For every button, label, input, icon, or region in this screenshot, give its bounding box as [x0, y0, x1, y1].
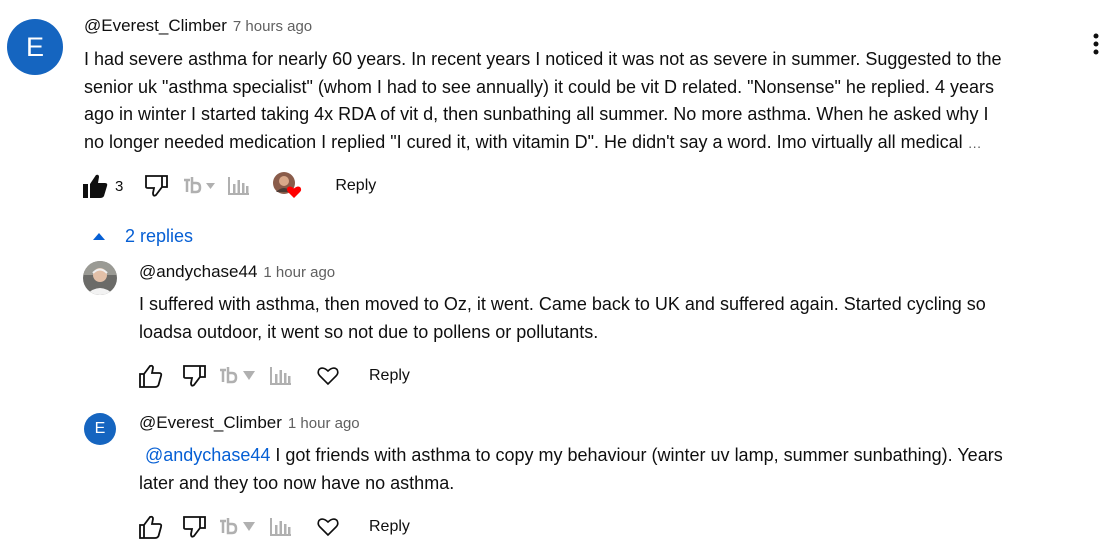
- reply-button[interactable]: Reply: [369, 518, 410, 536]
- tb-button[interactable]: [217, 516, 259, 538]
- comment-author[interactable]: @Everest_Climber: [84, 16, 227, 36]
- reply-line: @andychase44 I got friends with asthma t…: [139, 442, 1099, 470]
- creator-heart-button[interactable]: [273, 172, 303, 200]
- comment-line: I had severe asthma for nearly 60 years.…: [84, 49, 1002, 69]
- thumb-up-icon: [139, 515, 163, 539]
- read-more-ellipsis[interactable]: …: [968, 135, 982, 151]
- reply-button[interactable]: Reply: [369, 367, 410, 385]
- reply-line: I suffered with asthma, then moved to Oz…: [139, 294, 986, 314]
- stats-button[interactable]: [269, 365, 293, 387]
- stats-button[interactable]: [269, 516, 293, 538]
- avatar[interactable]: [83, 261, 117, 295]
- tb-icon: [220, 367, 255, 384]
- avatar[interactable]: E: [84, 413, 116, 445]
- tb-button[interactable]: [181, 175, 219, 197]
- reply-actions: Reply: [137, 512, 410, 542]
- tb-icon: [184, 177, 216, 194]
- thumb-down-icon: [145, 175, 169, 197]
- heart-button[interactable]: [317, 517, 339, 537]
- stats-icon: [270, 367, 291, 385]
- avatar-letter: E: [94, 420, 106, 437]
- thumb-down-icon: [183, 516, 206, 538]
- comment-line: ago in winter I started taking 4x RDA of…: [84, 104, 989, 124]
- stats-button[interactable]: [227, 175, 251, 197]
- reply-author[interactable]: @andychase44: [139, 262, 257, 282]
- heart-button[interactable]: [317, 366, 339, 386]
- avatar[interactable]: E: [7, 19, 63, 75]
- tb-icon: [220, 518, 255, 535]
- heart-icon: [287, 186, 302, 198]
- user-photo-icon: [83, 261, 117, 295]
- dislike-button[interactable]: [143, 173, 169, 199]
- comment-text: I had severe asthma for nearly 60 years.…: [84, 46, 1084, 157]
- caret-up-icon: [93, 233, 105, 240]
- comment-line-text: no longer needed medication I replied "I…: [84, 131, 963, 152]
- comment-actions: 3 Reply: [81, 171, 376, 201]
- comment-header: @Everest_Climber 7 hours ago: [84, 16, 312, 36]
- reply-text: @andychase44 I got friends with asthma t…: [139, 442, 1099, 497]
- comment-line: senior uk "asthma specialist" (whom I ha…: [84, 76, 995, 97]
- reply-author[interactable]: @Everest_Climber: [139, 413, 282, 433]
- stats-icon: [228, 177, 250, 195]
- reply-header: @andychase44 1 hour ago: [139, 262, 335, 282]
- reply-button[interactable]: Reply: [335, 177, 376, 195]
- comment-time[interactable]: 7 hours ago: [233, 18, 312, 35]
- tb-button[interactable]: [217, 365, 259, 387]
- reply-line-text: I got friends with asthma to copy my beh…: [270, 445, 1003, 465]
- like-button[interactable]: [137, 514, 163, 540]
- like-count: 3: [115, 177, 124, 195]
- heart-outline-icon: [317, 367, 339, 386]
- reply-actions: Reply: [137, 361, 410, 391]
- heart-outline-icon: [317, 518, 339, 537]
- mention-link[interactable]: @andychase44: [145, 445, 270, 465]
- thumb-up-icon: [83, 174, 108, 198]
- thumb-down-icon: [183, 365, 206, 387]
- like-button[interactable]: [81, 172, 109, 200]
- comment-line: no longer needed medication I replied "I…: [84, 129, 1084, 158]
- reply-text: I suffered with asthma, then moved to Oz…: [139, 291, 1099, 346]
- dislike-button[interactable]: [181, 363, 207, 389]
- reply-header: @Everest_Climber 1 hour ago: [139, 413, 360, 433]
- reply-line: later and they too now have no asthma.: [139, 472, 455, 493]
- reply-line: loadsa outdoor, it went so not due to po…: [139, 321, 599, 342]
- stats-icon: [270, 518, 291, 536]
- more-vert-icon: [1093, 33, 1099, 55]
- thumb-up-icon: [139, 364, 163, 388]
- replies-toggle[interactable]: 2 replies: [91, 224, 193, 248]
- avatar-letter: E: [25, 31, 44, 62]
- more-actions-button[interactable]: [1086, 30, 1106, 60]
- replies-count-label: 2 replies: [125, 225, 194, 246]
- reply-time[interactable]: 1 hour ago: [263, 264, 335, 281]
- reply-time[interactable]: 1 hour ago: [288, 415, 360, 432]
- dislike-button[interactable]: [181, 514, 207, 540]
- like-button[interactable]: [137, 363, 163, 389]
